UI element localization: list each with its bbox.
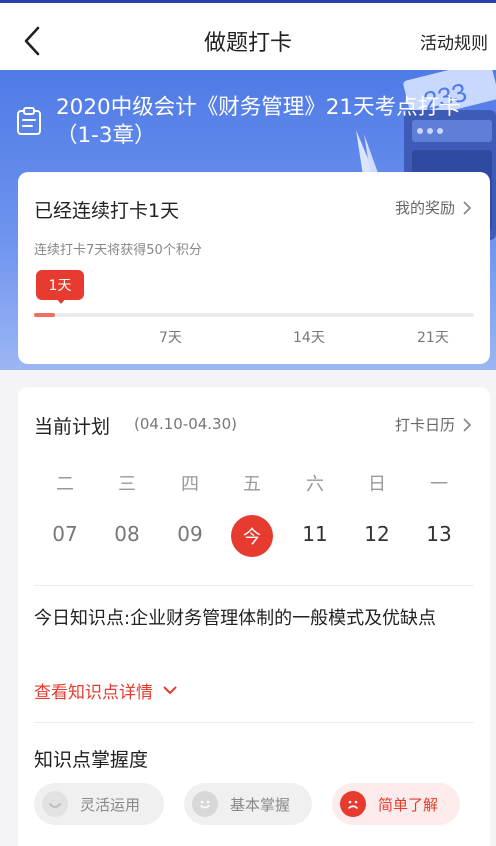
tick-7-days: 7天: [159, 330, 182, 346]
streak-reward-hint: 连续打卡7天将获得50个积分: [34, 243, 202, 258]
plan-card: 当前计划 (04.10-04.30) 打卡日历 二 三 四 五 六 日 一 07…: [18, 387, 490, 846]
clipboard-icon: [17, 107, 41, 135]
plan-date-range: (04.10-04.30): [134, 415, 238, 433]
weekday-label: 二: [56, 474, 74, 495]
current-day-badge: 1天: [36, 270, 84, 300]
my-rewards-link[interactable]: 我的奖励: [395, 197, 472, 218]
weekday-label: 一: [430, 474, 448, 495]
view-knowledge-detail-label: 查看知识点详情: [34, 683, 153, 703]
activity-rules-link[interactable]: 活动规则: [420, 29, 488, 54]
calendar-date[interactable]: 09: [170, 522, 210, 546]
calendar-date[interactable]: 12: [357, 522, 397, 546]
weekday-label: 三: [118, 474, 136, 495]
today-knowledge-point: 今日知识点:企业财务管理体制的一般模式及优缺点: [34, 608, 437, 629]
mastery-option-simple[interactable]: 简单了解: [332, 783, 460, 825]
streak-title: 已经连续打卡1天: [34, 200, 180, 222]
streak-progress-bar: [34, 313, 474, 317]
weekday-label: 四: [181, 474, 199, 495]
tick-14-days: 14天: [293, 330, 325, 346]
mastery-title: 知识点掌握度: [34, 749, 149, 771]
back-button[interactable]: [14, 23, 50, 59]
calendar-date[interactable]: 13: [419, 522, 459, 546]
calendar-date[interactable]: 08: [107, 522, 147, 546]
mastery-option-label: 灵活运用: [80, 795, 141, 814]
mastery-option-label: 简单了解: [378, 795, 439, 814]
checkin-calendar-link[interactable]: 打卡日历: [395, 414, 472, 435]
smile-face-icon: [42, 791, 68, 817]
weekday-label: 日: [368, 474, 386, 495]
calendar-date[interactable]: 07: [45, 522, 85, 546]
divider: [34, 585, 474, 586]
sad-face-icon: [340, 791, 366, 817]
top-nav-bar: 做题打卡 活动规则: [0, 0, 496, 70]
my-rewards-label: 我的奖励: [394, 199, 455, 217]
mastery-option-flexible[interactable]: 灵活运用: [34, 783, 164, 825]
plan-title: 当前计划: [34, 416, 111, 438]
course-title: 2020中级会计《财务管理》21天考点打卡（1-3章）: [56, 95, 461, 148]
chevron-right-icon: [463, 201, 471, 214]
streak-card: 已经连续打卡1天 我的奖励 连续打卡7天将获得50个积分 1天 7天 14天 2…: [18, 172, 490, 364]
weekday-label: 五: [243, 474, 261, 495]
streak-progress-fill: [34, 313, 56, 317]
weekday-label: 六: [306, 474, 324, 495]
divider: [34, 722, 474, 723]
mastery-option-label: 基本掌握: [230, 795, 291, 814]
chevron-down-icon: [163, 686, 177, 694]
tick-21-days: 21天: [417, 330, 449, 346]
calendar-date-today[interactable]: 今: [231, 515, 273, 557]
calendar-date[interactable]: 11: [295, 522, 335, 546]
mastery-option-basic[interactable]: 基本掌握: [184, 783, 312, 825]
chevron-left-icon: [24, 26, 40, 56]
view-knowledge-detail-link[interactable]: 查看知识点详情: [34, 678, 177, 703]
neutral-face-icon: [192, 791, 218, 817]
checkin-calendar-label: 打卡日历: [394, 416, 455, 434]
badge-pointer: [56, 298, 66, 304]
chevron-right-icon: [463, 418, 471, 431]
